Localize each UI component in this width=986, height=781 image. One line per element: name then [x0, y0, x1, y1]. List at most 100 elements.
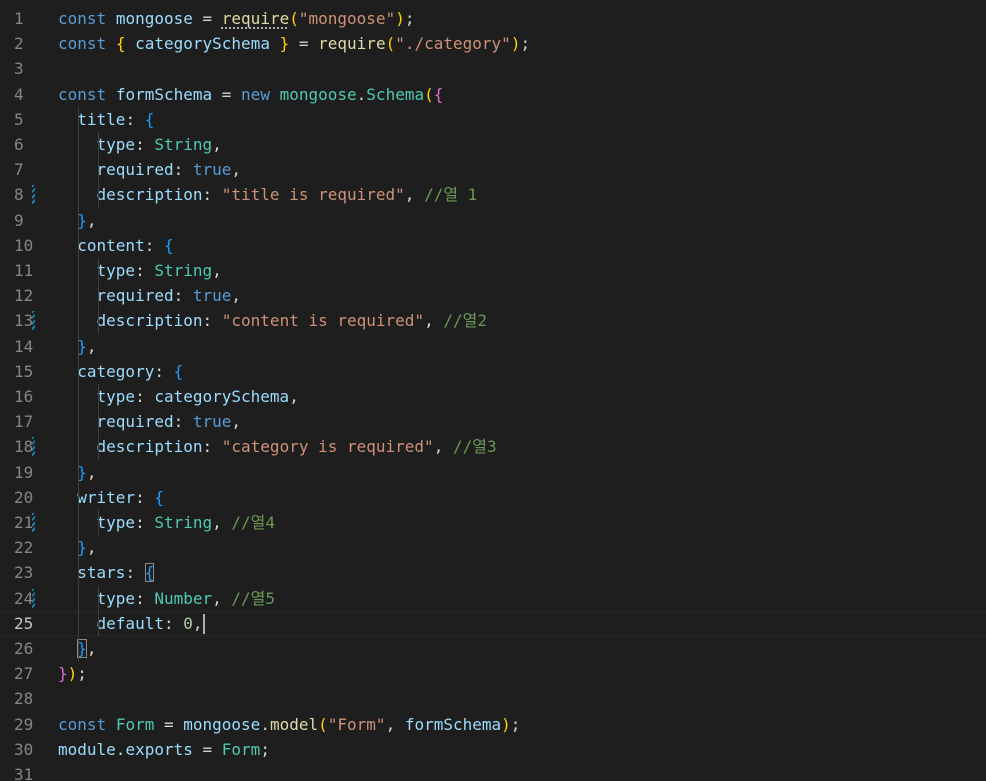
line-number: 1 [14, 9, 24, 28]
code-token: model [269, 714, 319, 734]
code-line[interactable]: 12 required: true, [0, 283, 986, 308]
code-token: String [154, 513, 213, 532]
line-number: 30 [14, 739, 34, 759]
code-line[interactable]: 23 stars: { [0, 560, 986, 585]
code-line[interactable]: 13 description: "content is required", /… [0, 308, 986, 333]
code-line[interactable]: 15 category: { [0, 359, 986, 384]
code-token: title [77, 109, 126, 129]
code-token: 0 [183, 613, 193, 633]
code-token: "title is required" [221, 185, 405, 205]
line-number: 8 [14, 185, 24, 205]
code-token: , [289, 387, 299, 406]
code-token: , [424, 311, 444, 331]
code-token: true [192, 160, 232, 180]
code-text: const formSchema = new mongoose.Schema({ [58, 82, 443, 107]
code-line[interactable]: 1 const mongoose = require("mongoose"); [0, 6, 986, 31]
code-text: type: categorySchema, [58, 384, 299, 409]
code-token: Form [115, 714, 155, 734]
code-token: ( [318, 714, 328, 734]
code-line[interactable]: 4 const formSchema = new mongoose.Schema(… [0, 82, 986, 107]
line-number: 16 [14, 387, 34, 406]
code-line[interactable]: 21 type: String, //열4 [0, 510, 986, 535]
line-number: 14 [14, 336, 34, 356]
code-text: const Form = mongoose.model("Form", form… [58, 712, 520, 737]
code-line[interactable]: 30 module.exports = Form; [0, 737, 986, 762]
code-text: default: 0, [58, 612, 205, 635]
line-number: 9 [14, 210, 24, 230]
code-line[interactable]: 26 }, [0, 636, 986, 661]
code-token: { [144, 109, 155, 129]
code-token: { [433, 84, 444, 104]
code-line[interactable]: 16 type: categorySchema, [0, 384, 986, 409]
code-token: { [144, 563, 155, 583]
code-token: ( [385, 34, 396, 54]
code-token: ( [424, 84, 434, 104]
code-line[interactable]: 25 default: 0, [0, 610, 986, 636]
modified-line-indicator[interactable] [32, 437, 35, 457]
code-line[interactable]: 6 type: String, [0, 132, 986, 157]
line-number: 3 [14, 59, 24, 79]
code-token: ( [289, 9, 299, 28]
code-token: description [96, 185, 203, 205]
code-token: , [86, 538, 97, 558]
code-line[interactable]: 9 }, [0, 208, 986, 233]
line-number: 25 [14, 613, 34, 633]
code-line[interactable]: 18 description: "category is required", … [0, 434, 986, 459]
code-text: }); [58, 661, 87, 686]
code-token: { [115, 34, 126, 54]
code-token: , [212, 135, 222, 154]
modified-line-indicator[interactable] [32, 513, 35, 532]
code-line[interactable]: 11 type: String, [0, 258, 986, 283]
code-line[interactable]: 24 type: Number, //열5 [0, 586, 986, 611]
code-line[interactable]: 14 }, [0, 334, 986, 359]
code-line[interactable]: 10 content: { [0, 233, 986, 258]
code-line[interactable]: 7 required: true, [0, 157, 986, 182]
code-token: mongoose [183, 714, 261, 734]
code-line[interactable]: 31 [0, 762, 986, 781]
line-number: 18 [14, 437, 34, 457]
code-text: required: true, [58, 283, 242, 308]
code-line[interactable]: 17 required: true, [0, 409, 986, 434]
code-token: , [231, 412, 242, 432]
code-token: : [135, 261, 155, 280]
code-token: : [125, 563, 145, 583]
modified-line-indicator[interactable] [32, 588, 35, 608]
code-token: = [212, 84, 242, 104]
line-number: 21 [14, 513, 34, 532]
modified-line-indicator[interactable] [32, 311, 35, 331]
code-token: require [318, 34, 386, 54]
code-editor[interactable]: 1 const mongoose = require("mongoose"); 2 c… [0, 0, 986, 781]
code-token: content [77, 235, 145, 255]
code-token: : [173, 412, 193, 432]
code-line[interactable]: 19 }, [0, 460, 986, 485]
indent-guide [97, 510, 99, 536]
code-token: : [135, 588, 155, 608]
code-line[interactable]: 3 [0, 56, 986, 81]
code-line[interactable]: 29 const Form = mongoose.model("Form", fo… [0, 712, 986, 737]
code-token: type [96, 261, 136, 280]
code-line[interactable]: 2 const { categorySchema } = require("./c… [0, 31, 986, 56]
line-number: 6 [14, 135, 24, 154]
code-line[interactable]: 20 writer: { [0, 485, 986, 510]
code-token: required [96, 160, 174, 180]
code-token: : [154, 361, 174, 381]
code-line[interactable]: 22 }, [0, 535, 986, 560]
code-token: const [58, 714, 107, 734]
line-number: 12 [14, 286, 34, 306]
code-line[interactable]: 8 description: "title is required", //열 … [0, 182, 986, 207]
code-token: = [154, 714, 184, 734]
code-token: mongoose [279, 84, 357, 104]
code-text: module.exports = Form; [58, 737, 270, 762]
code-line[interactable]: 5 title: { [0, 107, 986, 132]
modified-line-indicator[interactable] [32, 185, 35, 205]
code-line[interactable]: 28 [0, 686, 986, 711]
code-line[interactable]: 27}); [0, 661, 986, 686]
code-token: type [96, 588, 136, 608]
code-token: exports [125, 739, 193, 759]
line-number: 28 [14, 689, 34, 709]
code-token: { [154, 487, 164, 507]
